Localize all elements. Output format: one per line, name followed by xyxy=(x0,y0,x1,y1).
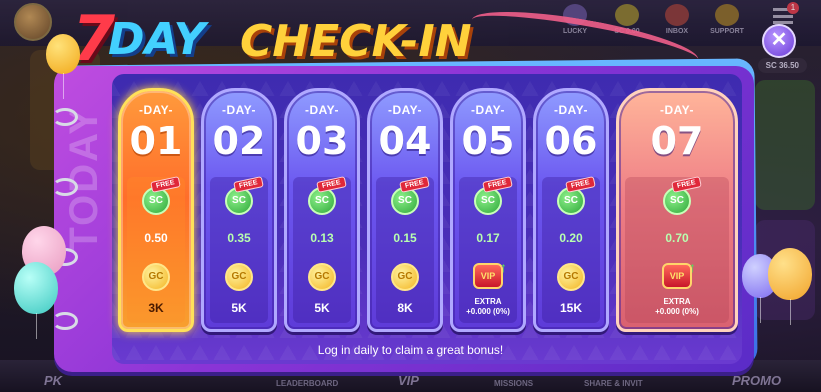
day-number: 01 xyxy=(129,119,183,163)
sc-balance: SC 36.50 xyxy=(757,58,807,73)
day-card-04[interactable]: -DAY- 04 FREE SC 0.15 GC 8K xyxy=(367,88,443,332)
vip-icon: VIP xyxy=(473,263,503,289)
day-card-07[interactable]: -DAY- 07 FREE SC 0.70 VIP ↑ EXTRA +0.000… xyxy=(616,88,738,332)
binder-ring xyxy=(52,178,78,196)
extra-value: +0.000 (0%) xyxy=(655,307,699,316)
title-day: DAY xyxy=(108,14,206,65)
gold-coin-icon: GC xyxy=(557,263,585,291)
nav-pk: PK xyxy=(44,373,63,388)
arrow-up-icon: ↑ xyxy=(500,259,507,275)
gc-amount: 8K xyxy=(397,301,413,315)
gc-amount: 5K xyxy=(231,301,247,315)
nav-promo: PROMO xyxy=(732,373,782,388)
gold-coin-icon: GC xyxy=(142,263,170,291)
background-game-tile xyxy=(755,80,815,210)
title-checkin: CHECK-IN xyxy=(240,16,472,67)
nav-share-invite: SHARE & INVIT xyxy=(584,379,643,388)
gc-amount: 5K xyxy=(314,301,330,315)
day-number: 02 xyxy=(212,119,266,163)
extra-value: +0.000 (0%) xyxy=(466,307,510,316)
day-label: -DAY- xyxy=(553,103,589,117)
gc-amount: 15K xyxy=(559,301,582,315)
balloon-decoration xyxy=(46,34,80,100)
notification-badge: 1 xyxy=(787,2,799,14)
day-label: -DAY- xyxy=(659,103,695,117)
sc-amount: 0.35 xyxy=(227,231,251,245)
day-number: 06 xyxy=(544,119,598,163)
day-label: -DAY- xyxy=(138,103,174,117)
nav-leaderboard: LEADERBOARD xyxy=(276,379,339,388)
day-number: 07 xyxy=(650,119,704,163)
balloon-decoration xyxy=(768,248,812,325)
nav-vip: VIP xyxy=(398,373,419,388)
gc-amount: 3K xyxy=(148,301,164,315)
arrow-up-icon: ↑ xyxy=(689,259,696,275)
inbox-icon xyxy=(665,4,689,26)
binder-ring xyxy=(52,312,78,330)
inbox-nav-item: INBOX xyxy=(654,4,700,35)
sc-amount: 0.20 xyxy=(559,231,583,245)
checkin-footer-text: Log in daily to claim a great bonus! xyxy=(317,343,504,357)
day-number: 05 xyxy=(461,119,515,163)
day-label: -DAY- xyxy=(304,103,340,117)
gold-coin-icon: GC xyxy=(391,263,419,291)
support-label: SUPPORT xyxy=(710,28,744,35)
sc-amount: 0.17 xyxy=(476,231,500,245)
inbox-label: INBOX xyxy=(665,28,689,35)
day-card-03[interactable]: -DAY- 03 FREE SC 0.13 GC 5K xyxy=(284,88,360,332)
day-label: -DAY- xyxy=(387,103,423,117)
support-nav-item: SUPPORT xyxy=(704,4,750,35)
sc-amount: 0.70 xyxy=(665,231,689,245)
coins-icon xyxy=(615,4,639,26)
sc-amount: 0.15 xyxy=(393,231,417,245)
vip-icon: VIP xyxy=(662,263,692,289)
support-icon xyxy=(715,4,739,26)
extra-label: EXTRA xyxy=(663,297,691,306)
day-number: 04 xyxy=(378,119,432,163)
sc-amount: 0.50 xyxy=(144,231,168,245)
day-card-05[interactable]: -DAY- 05 FREE SC 0.17 VIP ↑ EXTRA +0.000… xyxy=(450,88,526,332)
day-number: 03 xyxy=(295,119,349,163)
day-card-06[interactable]: -DAY- 06 FREE SC 0.20 GC 15K xyxy=(533,88,609,332)
extra-label: EXTRA xyxy=(474,297,502,306)
day-card-02[interactable]: -DAY- 02 FREE SC 0.35 GC 5K xyxy=(201,88,277,332)
day-card-01[interactable]: -DAY- 01 FREE SC 0.50 GC 3K xyxy=(118,88,194,332)
gold-coin-icon: GC xyxy=(308,263,336,291)
sc-amount: 0.13 xyxy=(310,231,334,245)
balloon-decoration xyxy=(14,262,58,339)
day-label: -DAY- xyxy=(470,103,506,117)
day-label: -DAY- xyxy=(221,103,257,117)
close-button[interactable]: ✕ xyxy=(762,24,796,58)
avatar xyxy=(14,3,52,41)
binder-ring xyxy=(52,108,78,126)
gold-coin-icon: GC xyxy=(225,263,253,291)
nav-missions: MISSIONS xyxy=(494,379,534,388)
